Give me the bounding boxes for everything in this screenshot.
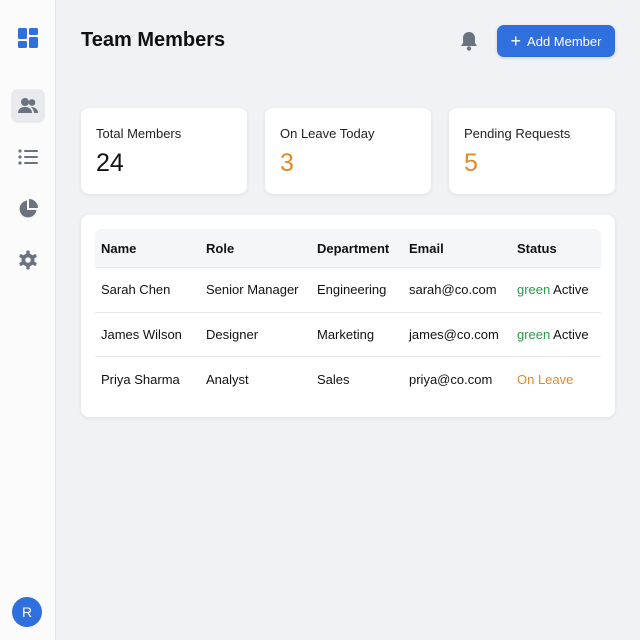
table-header: Name Role Department Email Status — [95, 229, 601, 268]
add-member-label: Add Member — [527, 33, 602, 49]
page-title: Team Members — [81, 29, 226, 51]
sidebar: R — [0, 0, 56, 640]
stat-label: On Leave Today — [280, 126, 375, 141]
dashboard-icon[interactable] — [11, 21, 45, 55]
add-member-button[interactable]: + Add Member — [497, 25, 615, 57]
cell-email: james@co.com — [409, 326, 499, 342]
stat-label: Pending Requests — [464, 126, 571, 141]
stat-card-pending: Pending Requests 5 — [449, 108, 615, 194]
column-header: Role — [206, 240, 235, 256]
cell-email: sarah@co.com — [409, 282, 497, 298]
stat-value: 24 — [96, 149, 124, 177]
column-header: Name — [101, 240, 137, 256]
cell-role: Analyst — [206, 371, 249, 387]
status-prefix: green — [517, 282, 551, 298]
column-header: Status — [517, 240, 557, 256]
cell-role: Designer — [206, 326, 259, 342]
stat-card-total: Total Members 24 — [81, 108, 247, 194]
column-header: Department — [317, 240, 390, 256]
list-icon[interactable] — [11, 140, 45, 174]
cell-status: green Active — [511, 327, 589, 342]
cell-status: On Leave — [517, 371, 574, 387]
stat-value: 3 — [280, 149, 294, 177]
cell-name: Sarah Chen — [101, 282, 171, 298]
status-text: Active — [553, 282, 589, 298]
cell-role: Senior Manager — [206, 282, 299, 298]
table-row[interactable]: Sarah Chen Senior Manager Engineering sa… — [95, 268, 601, 313]
status-text: Active — [553, 326, 589, 342]
stat-card-on-leave: On Leave Today 3 — [265, 108, 431, 194]
cell-department: Marketing — [317, 326, 375, 342]
avatar[interactable]: R — [12, 597, 42, 627]
column-header: Email — [409, 240, 444, 256]
pie-chart-icon[interactable] — [11, 192, 45, 226]
cell-department: Engineering — [317, 282, 387, 298]
settings-icon[interactable] — [11, 243, 45, 277]
status-prefix: green — [517, 326, 551, 342]
cell-status: green Active — [511, 282, 589, 297]
plus-icon: + — [510, 31, 522, 51]
cell-department: Sales — [317, 371, 350, 387]
bell-icon[interactable] — [459, 30, 479, 57]
table-row[interactable]: James Wilson Designer Marketing james@co… — [95, 313, 601, 357]
members-table: Name Role Department Email Status Sarah … — [81, 215, 615, 417]
cell-name: Priya Sharma — [101, 371, 180, 387]
cell-email: priya@co.com — [409, 371, 493, 387]
stat-value: 5 — [464, 149, 478, 177]
cell-name: James Wilson — [101, 326, 182, 342]
users-icon[interactable] — [11, 89, 45, 123]
stat-label: Total Members — [96, 126, 182, 141]
table-row[interactable]: Priya Sharma Analyst Sales priya@co.com … — [95, 357, 601, 402]
